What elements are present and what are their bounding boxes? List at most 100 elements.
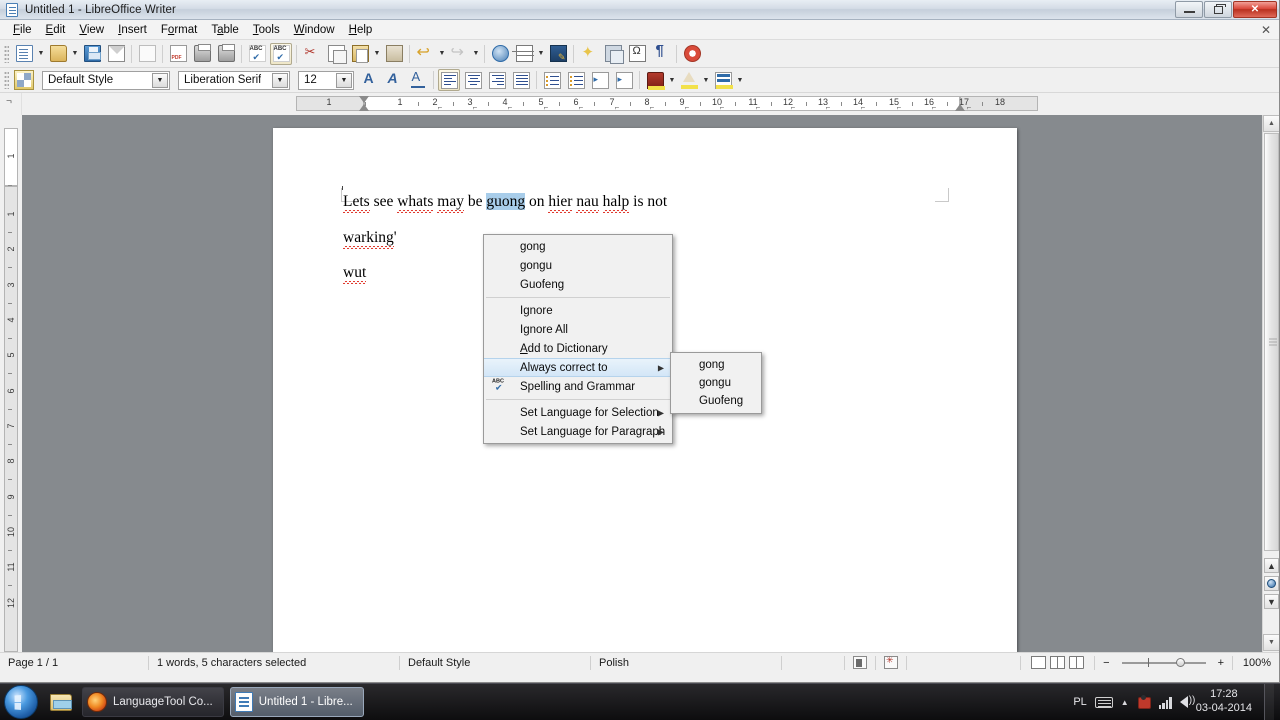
next-page-button[interactable]: ▼ xyxy=(1264,594,1279,609)
status-page[interactable]: Page 1 / 1 xyxy=(0,653,148,673)
cut-button[interactable] xyxy=(301,43,323,65)
table-dropdown[interactable]: ▼ xyxy=(536,43,546,65)
quick-launch-explorer[interactable] xyxy=(46,687,76,717)
ruler-tab-stop[interactable]: ⌐ xyxy=(967,103,972,112)
undo-dropdown[interactable]: ▼ xyxy=(437,43,447,65)
align-left-button[interactable] xyxy=(438,69,460,91)
taskbar-item-writer[interactable]: Untitled 1 - Libre... xyxy=(229,687,364,717)
open-dropdown[interactable]: ▼ xyxy=(70,43,80,65)
email-button[interactable] xyxy=(105,43,127,65)
volume-icon[interactable] xyxy=(1179,695,1195,708)
print-button[interactable] xyxy=(191,43,213,65)
autospellcheck-button[interactable] xyxy=(270,42,292,65)
suggestion-gong[interactable]: gong xyxy=(484,237,672,256)
status-selection-mode[interactable] xyxy=(845,653,875,673)
increase-indent-button[interactable] xyxy=(613,69,635,91)
gallery-button[interactable] xyxy=(602,43,624,65)
menu-help[interactable]: Help xyxy=(342,22,380,38)
menu-table[interactable]: Table xyxy=(204,22,246,38)
clock[interactable]: 17:28 03-04-2014 xyxy=(1196,688,1252,716)
submenu-item-gong[interactable]: gong xyxy=(671,356,761,374)
zoom-value[interactable]: 100% xyxy=(1233,653,1279,673)
paragraph[interactable]: Lets see whats may be guong on hier nau … xyxy=(343,193,943,210)
minimize-button[interactable] xyxy=(1175,1,1203,18)
font-size-combo[interactable]: 12 ▼ xyxy=(298,70,354,90)
submenu-item-guofeng[interactable]: Guofeng xyxy=(671,392,761,410)
font-color-button[interactable] xyxy=(678,69,700,91)
horizontal-ruler[interactable]: 1 1 2 ⌐ 3 ⌐ 4 ⌐ 5 ⌐ 6 ⌐ 7 ⌐ 8 ⌐ 9 ⌐ 10 ⌐ 11 ⌐ 12 ⌐ 13 ⌐ 14 ⌐ 15 ⌐ 16 ⌐ 1… xyxy=(22,93,1279,115)
chevron-down-icon[interactable]: ▼ xyxy=(152,72,168,88)
submenu-item-gongu[interactable]: gongu xyxy=(671,374,761,392)
navigator-button[interactable] xyxy=(1264,576,1279,591)
ruler-tab-stop[interactable]: ⌐ xyxy=(720,103,725,112)
copy-button[interactable] xyxy=(325,43,347,65)
paragraph-style-combo[interactable]: Default Style ▼ xyxy=(42,70,170,90)
ruler-tab-stop[interactable]: ⌐ xyxy=(508,103,513,112)
redo-dropdown[interactable]: ▼ xyxy=(471,43,481,65)
zoom-out-button[interactable]: − xyxy=(1095,653,1117,673)
single-page-view-icon[interactable] xyxy=(1031,656,1047,669)
show-desktop-button[interactable] xyxy=(1264,683,1274,720)
left-indent-marker[interactable] xyxy=(359,104,369,111)
security-icon[interactable] xyxy=(1137,695,1151,709)
multi-page-view-icon[interactable] xyxy=(1050,656,1066,669)
clone-formatting-button[interactable] xyxy=(383,43,405,65)
ruler-tab-stop[interactable]: ⌐ xyxy=(861,103,866,112)
underline-button[interactable] xyxy=(407,69,429,91)
restore-button[interactable] xyxy=(1204,1,1232,18)
toolbar-grip[interactable] xyxy=(4,44,9,63)
save-button[interactable] xyxy=(81,43,103,65)
ruler-tab-stop[interactable]: ⌐ xyxy=(473,103,478,112)
background-color-dropdown[interactable]: ▼ xyxy=(735,69,745,91)
menu-item-spelling-and-grammar[interactable]: Spelling and Grammar xyxy=(484,377,672,396)
paste-dropdown[interactable]: ▼ xyxy=(372,43,382,65)
ruler-tab-stop[interactable]: ⌐ xyxy=(579,103,584,112)
edit-mode-button[interactable] xyxy=(136,43,158,65)
number-list-button[interactable] xyxy=(565,69,587,91)
vertical-ruler-body[interactable] xyxy=(4,186,18,652)
scroll-up-button[interactable]: ▲ xyxy=(1263,115,1279,132)
ruler-corner-tab-selector[interactable] xyxy=(0,93,22,115)
align-right-button[interactable] xyxy=(486,69,508,91)
first-line-indent-marker[interactable] xyxy=(359,96,369,103)
status-language[interactable]: Polish xyxy=(591,653,781,673)
menu-item-always-correct-to[interactable]: Always correct to ▶ xyxy=(484,358,672,377)
bullet-list-button[interactable] xyxy=(541,69,563,91)
scroll-down-button[interactable]: ▼ xyxy=(1263,634,1279,651)
align-justify-button[interactable] xyxy=(510,69,532,91)
ruler-tab-stop[interactable]: ⌐ xyxy=(826,103,831,112)
network-icon[interactable] xyxy=(1158,696,1172,709)
ruler-tab-stop[interactable]: ⌐ xyxy=(685,103,690,112)
ruler-tab-stop[interactable]: ⌐ xyxy=(791,103,796,112)
show-hidden-icons-button[interactable]: ▲ xyxy=(1121,698,1129,707)
insert-field-button[interactable] xyxy=(626,43,648,65)
highlighting-button[interactable] xyxy=(644,69,666,91)
close-document-button[interactable]: ✕ xyxy=(1261,23,1271,37)
ruler-tab-stop[interactable]: ⌐ xyxy=(897,103,902,112)
special-char-button[interactable] xyxy=(578,43,600,65)
chevron-down-icon[interactable]: ▼ xyxy=(272,72,288,88)
zoom-in-button[interactable]: + xyxy=(1210,653,1232,673)
ruler-tab-stop[interactable]: ⌐ xyxy=(756,103,761,112)
menu-item-add-to-dictionary[interactable]: Add to Dictionary xyxy=(484,339,672,358)
suggestion-guofeng[interactable]: Guofeng xyxy=(484,275,672,294)
redo-button[interactable] xyxy=(448,42,470,65)
taskbar-item-languagetool[interactable]: LanguageTool Co... xyxy=(82,687,224,717)
spelling-button[interactable] xyxy=(246,43,268,65)
table-button[interactable] xyxy=(513,43,535,65)
print-preview-button[interactable] xyxy=(215,43,237,65)
right-indent-marker[interactable] xyxy=(955,104,965,111)
zoom-slider-handle[interactable] xyxy=(1175,658,1185,667)
vertical-scrollbar[interactable]: ▲ ▲ ▼ ▼ xyxy=(1262,115,1279,652)
font-color-dropdown[interactable]: ▼ xyxy=(701,69,711,91)
ruler-tab-stop[interactable]: ⌐ xyxy=(438,103,443,112)
undo-button[interactable] xyxy=(414,42,436,65)
menu-tools[interactable]: Tools xyxy=(246,22,287,38)
open-button[interactable] xyxy=(47,43,69,65)
help-button[interactable] xyxy=(681,43,703,65)
chevron-down-icon[interactable]: ▼ xyxy=(336,72,352,88)
menu-format[interactable]: Format xyxy=(154,22,204,38)
sidebar-settings-icon[interactable] xyxy=(14,70,34,90)
book-view-icon[interactable] xyxy=(1069,656,1085,669)
hyperlink-button[interactable] xyxy=(489,43,511,65)
